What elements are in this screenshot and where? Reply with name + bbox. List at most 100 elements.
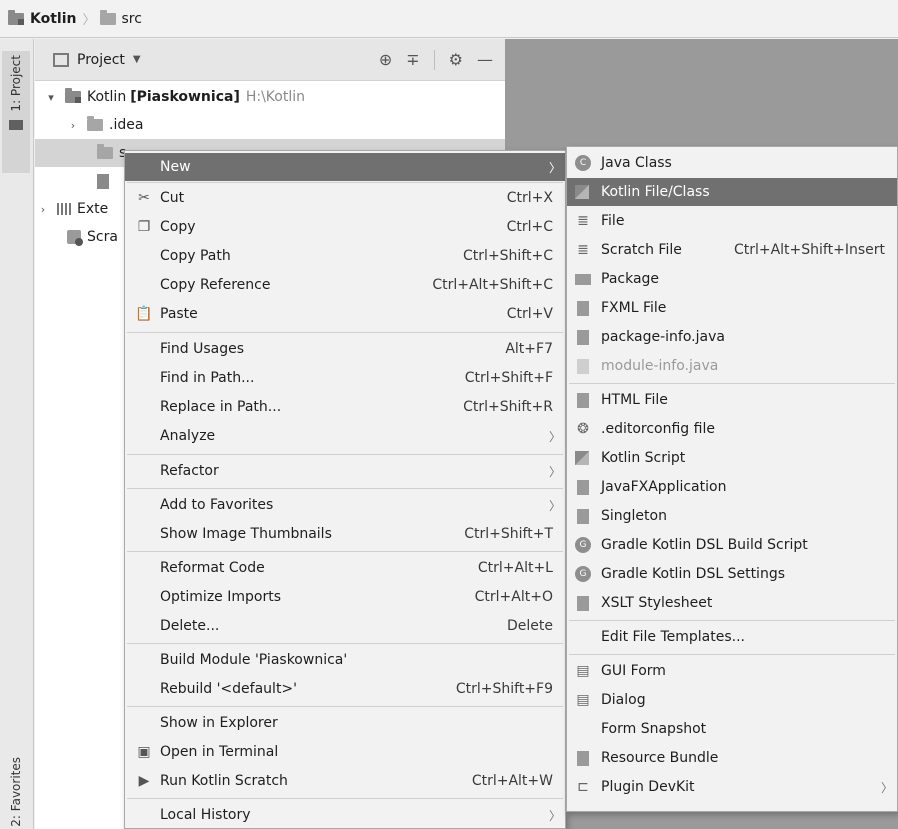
menu-item-reformat-code[interactable]: Reformat Code Ctrl+Alt+L [125,554,565,582]
breadcrumb-project[interactable]: Kotlin [8,9,76,27]
new-kotlin-script[interactable]: Kotlin Script [567,444,897,472]
module-folder-icon [8,9,24,25]
new-package[interactable]: Package [567,265,897,293]
menu-item-label: Open in Terminal [160,744,279,760]
tab-favorites[interactable]: 2: Favorites [2,739,30,829]
new-dialog[interactable]: ▤ Dialog [567,686,897,714]
project-view-selector[interactable]: Project [77,52,125,68]
new-singleton[interactable]: Singleton [567,502,897,530]
scratch-icon [67,230,83,246]
tree-node-scratches[interactable]: Scra [67,223,118,251]
menu-item-label: New [160,159,191,175]
new-file[interactable]: ≣ File [567,207,897,235]
menu-item-paste[interactable]: 📋 Paste Ctrl+V [125,300,565,328]
menu-item-local-history[interactable]: Local History 〉 [125,801,565,829]
menu-item-label: Delete... [160,618,220,634]
menu-separator [127,798,563,799]
tree-node-external-libraries[interactable]: › Exte [35,195,108,223]
new-fxml-file[interactable]: FXML File [567,294,897,322]
menu-item-label: Run Kotlin Scratch [160,773,288,789]
menu-item-open-in-terminal[interactable]: ▣ Open in Terminal [125,738,565,766]
tab-project[interactable]: 1: Project [2,51,30,173]
menu-item-shortcut: Ctrl+Alt+L [477,560,553,576]
library-icon [57,203,71,215]
new-gradle-kotlin-build-script[interactable]: G Gradle Kotlin DSL Build Script [567,531,897,559]
collapse-all-icon[interactable]: ∓ [406,50,419,69]
menu-item-find-usages[interactable]: Find Usages Alt+F7 [125,335,565,363]
menu-item-label: Add to Favorites [160,497,274,513]
folder-icon [99,9,116,25]
submenu-arrow-icon: 〉 [548,160,561,175]
menu-separator [127,643,563,644]
menu-item-shortcut: Ctrl+C [506,219,553,235]
menu-item-optimize-imports[interactable]: Optimize Imports Ctrl+Alt+O [125,583,565,611]
menu-item-shortcut: Ctrl+Alt+Shift+C [432,277,553,293]
root-module-label: [Piaskownica] [130,89,240,105]
scratch-file-icon: ≣ [577,242,589,258]
menu-item-add-to-favorites[interactable]: Add to Favorites 〉 [125,491,565,519]
java-file-icon [577,479,589,495]
new-html-file[interactable]: HTML File [567,386,897,414]
menu-item-find-in-path[interactable]: Find in Path... Ctrl+Shift+F [125,364,565,392]
menu-item-label: Cut [160,190,185,206]
menu-item-label: Replace in Path... [160,399,282,415]
tree-node-file[interactable] [97,167,115,195]
new-module-info[interactable]: module-info.java [567,352,897,380]
new-xslt-stylesheet[interactable]: XSLT Stylesheet [567,589,897,617]
menu-item-cut[interactable]: ✂ Cut Ctrl+X [125,184,565,212]
menu-item-shortcut: Delete [507,618,553,634]
menu-separator [569,383,895,384]
new-form-snapshot[interactable]: Form Snapshot [567,715,897,743]
menu-item-copy[interactable]: ❐ Copy Ctrl+C [125,213,565,241]
menu-item-new[interactable]: New 〉 [125,153,565,181]
new-java-class[interactable]: C Java Class [567,149,897,177]
chevron-right-icon[interactable]: › [35,203,51,216]
new-kotlin-file-class[interactable]: Kotlin File/Class [567,178,897,206]
menu-item-label: Singleton [601,508,667,524]
tree-node-root[interactable]: ▾ Kotlin [Piaskownica] H:\Kotlin [43,83,305,111]
new-editorconfig-file[interactable]: ❂ .editorconfig file [567,415,897,443]
menu-item-run-kotlin-scratch[interactable]: ▶ Run Kotlin Scratch Ctrl+Alt+W [125,767,565,795]
edit-file-templates[interactable]: Edit File Templates... [567,623,897,651]
breadcrumb-src[interactable]: src [99,9,142,27]
new-resource-bundle[interactable]: Resource Bundle [567,744,897,772]
menu-separator [127,182,563,183]
new-package-info[interactable]: package-info.java [567,323,897,351]
menu-item-show-in-explorer[interactable]: Show in Explorer [125,709,565,737]
menu-item-build-module[interactable]: Build Module 'Piaskownica' [125,646,565,674]
new-javafx-application[interactable]: JavaFXApplication [567,473,897,501]
menu-item-replace-in-path[interactable]: Replace in Path... Ctrl+Shift+R [125,393,565,421]
expand-arrow-icon[interactable]: ▾ [43,91,59,104]
new-scratch-file[interactable]: ≣ Scratch File Ctrl+Alt+Shift+Insert [567,236,897,264]
menu-item-refactor[interactable]: Refactor 〉 [125,457,565,485]
tab-favorites-label: 2: Favorites [9,757,23,827]
new-gradle-kotlin-settings[interactable]: G Gradle Kotlin DSL Settings [567,560,897,588]
new-submenu: C Java Class Kotlin File/Class ≣ File ≣ … [566,146,898,812]
menu-item-label: Edit File Templates... [601,629,745,645]
locate-icon[interactable]: ⊕ [379,50,392,69]
menu-item-label: Copy Path [160,248,231,264]
menu-item-label: Find Usages [160,341,245,357]
chevron-right-icon[interactable]: › [65,119,81,132]
context-menu: New 〉 ✂ Cut Ctrl+X ❐ Copy Ctrl+C Copy Pa… [124,150,566,829]
new-gui-form[interactable]: ▤ GUI Form [567,657,897,685]
gear-icon[interactable]: ⚙ [449,50,463,69]
project-icon [9,119,23,130]
module-folder-icon [65,88,81,103]
tab-project-label: 1: Project [9,55,23,112]
tree-node-idea[interactable]: › .idea [65,111,143,139]
menu-item-analyze[interactable]: Analyze 〉 [125,422,565,450]
minimize-icon[interactable]: — [477,50,493,69]
menu-item-rebuild[interactable]: Rebuild '<default>' Ctrl+Shift+F9 [125,675,565,703]
menu-item-copy-path[interactable]: Copy Path Ctrl+Shift+C [125,242,565,270]
menu-item-copy-reference[interactable]: Copy Reference Ctrl+Alt+Shift+C [125,271,565,299]
chevron-down-icon[interactable]: ▼ [133,54,141,65]
toolbar-divider [433,49,435,70]
menu-item-shortcut: Ctrl+Shift+F9 [455,681,553,697]
menu-item-label: Build Module 'Piaskownica' [160,652,348,668]
menu-item-label: .editorconfig file [601,421,715,437]
menu-item-delete[interactable]: Delete... Delete [125,612,565,640]
menu-item-show-image-thumbnails[interactable]: Show Image Thumbnails Ctrl+Shift+T [125,520,565,548]
gradle-icon: G [575,566,591,582]
new-plugin-devkit[interactable]: ⊏ Plugin DevKit 〉 [567,773,897,801]
